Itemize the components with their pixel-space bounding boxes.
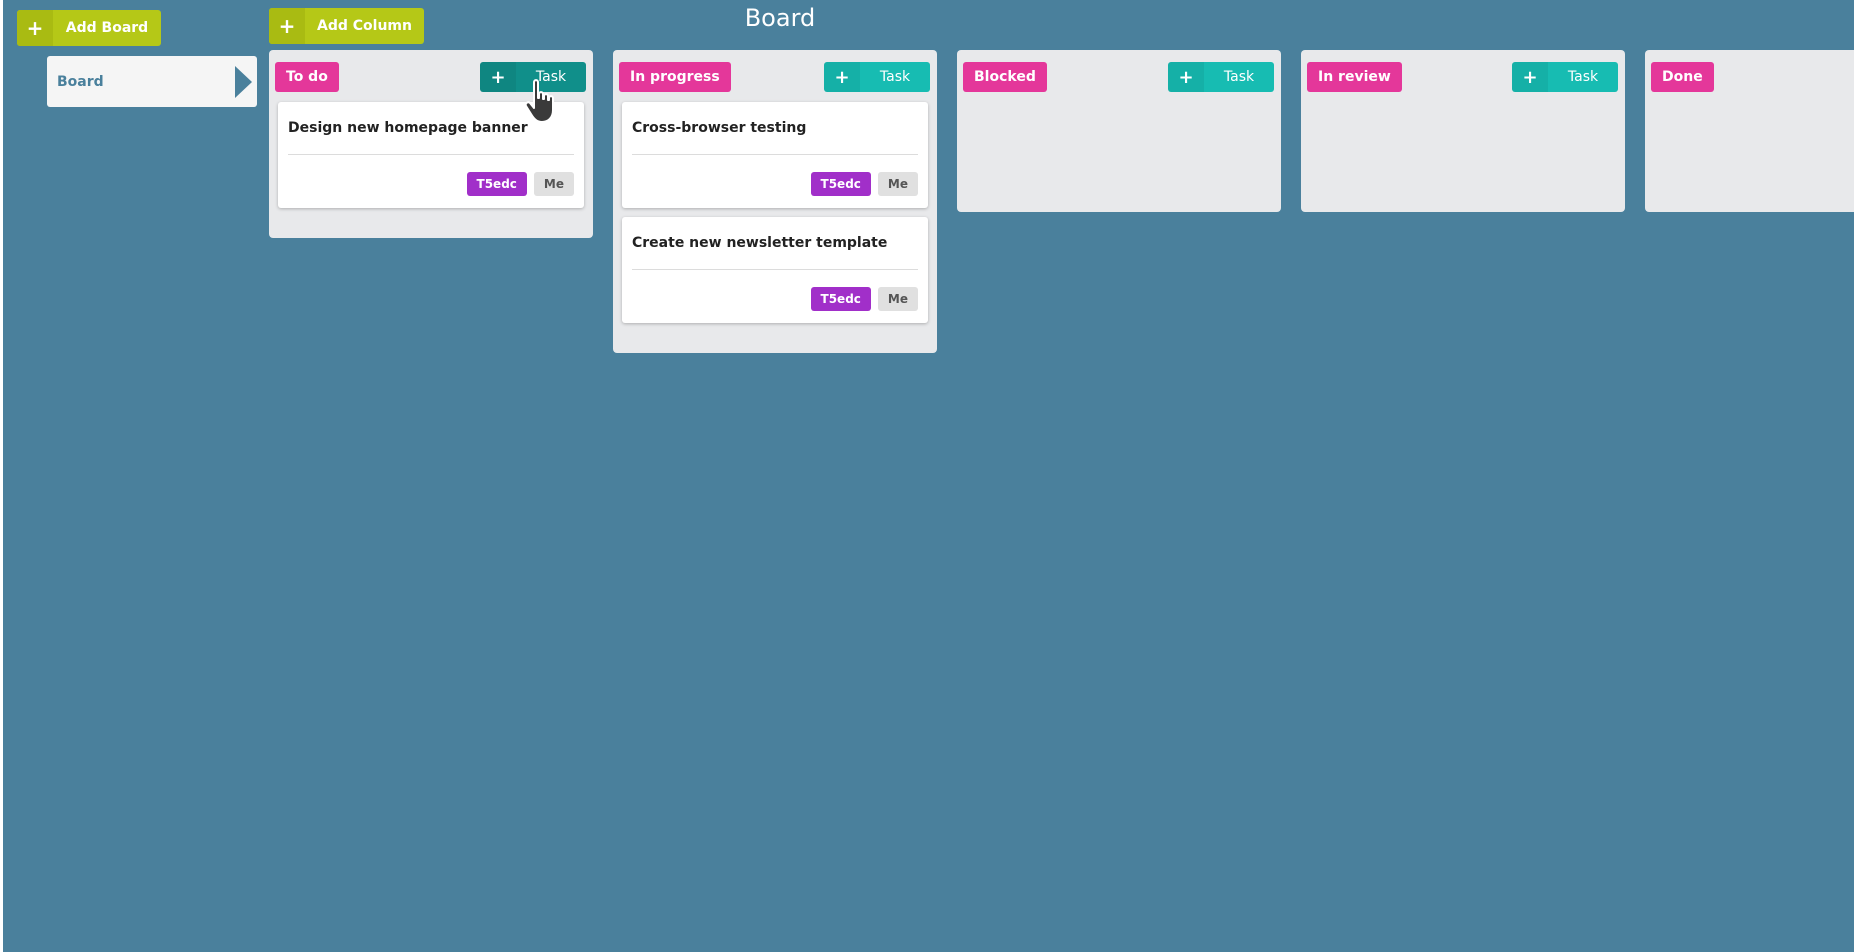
task-title: Design new homepage banner (288, 120, 528, 136)
add-board-label: Add Board (65, 20, 149, 36)
card-tags: T5edc Me (466, 172, 574, 196)
card-tags: T5edc Me (810, 172, 918, 196)
task-title: Cross-browser testing (632, 120, 807, 136)
column-done: Done (1645, 50, 1854, 212)
task-title: Create new newsletter template (632, 235, 888, 251)
chevron-right-icon (235, 66, 252, 98)
page-title: Board (744, 4, 816, 32)
column-label: In review (1307, 62, 1402, 92)
column-header: Blocked + Task (957, 50, 1281, 102)
add-task-button[interactable]: + Task (824, 62, 930, 92)
task-card[interactable]: Cross-browser testing T5edc Me (622, 102, 928, 208)
add-task-label: Task (879, 69, 911, 85)
board-tag[interactable]: T5edc (466, 172, 527, 196)
plus-icon: + (1168, 62, 1204, 92)
add-task-button[interactable]: + Task (1512, 62, 1618, 92)
add-column-label: Add Column (317, 18, 412, 34)
sidebar-item-label: Board (57, 73, 104, 90)
owner-tag[interactable]: Me (877, 172, 918, 196)
add-board-button[interactable]: + Add Board (17, 10, 161, 46)
column-in-review: In review + Task (1301, 50, 1625, 212)
add-column-button[interactable]: + Add Column (269, 8, 424, 44)
owner-tag[interactable]: Me (877, 287, 918, 311)
plus-icon: + (824, 62, 860, 92)
card-divider (632, 269, 918, 270)
column-header: Done (1645, 50, 1854, 102)
window-left-edge (0, 0, 3, 952)
column-blocked: Blocked + Task (957, 50, 1281, 212)
column-in-progress: In progress + Task Cross-browser testing… (613, 50, 937, 353)
plus-icon: + (480, 62, 516, 92)
card-tags: T5edc Me (810, 287, 918, 311)
plus-icon: + (1512, 62, 1548, 92)
column-label: In progress (619, 62, 731, 92)
plus-icon: + (17, 10, 53, 46)
column-header: In review + Task (1301, 50, 1625, 102)
plus-icon: + (269, 8, 305, 44)
card-divider (288, 154, 574, 155)
column-footer-space (269, 217, 593, 238)
column-header: In progress + Task (613, 50, 937, 102)
board-tag[interactable]: T5edc (810, 172, 871, 196)
add-task-label: Task (1223, 69, 1255, 85)
column-label: To do (275, 62, 339, 92)
column-footer-space (613, 332, 937, 353)
owner-tag[interactable]: Me (533, 172, 574, 196)
add-task-label: Task (1567, 69, 1599, 85)
sidebar-item-board[interactable]: Board (47, 56, 257, 107)
board-tag[interactable]: T5edc (810, 287, 871, 311)
task-card[interactable]: Create new newsletter template T5edc Me (622, 217, 928, 323)
column-label: Blocked (963, 62, 1047, 92)
hand-pointer-icon (524, 79, 554, 123)
add-task-button[interactable]: + Task (1168, 62, 1274, 92)
column-label: Done (1651, 62, 1714, 92)
card-divider (632, 154, 918, 155)
